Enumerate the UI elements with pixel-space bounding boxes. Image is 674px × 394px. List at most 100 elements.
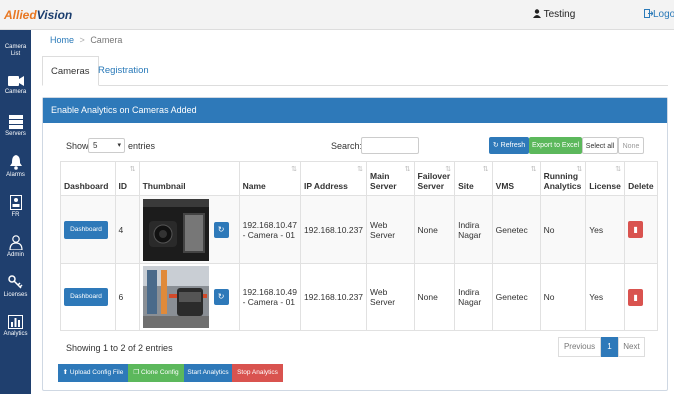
- logout-link[interactable]: Logout: [644, 9, 674, 20]
- column-header[interactable]: ⇅ Running Analytics: [539, 161, 587, 196]
- trash-icon: ▮: [633, 225, 638, 234]
- running-analytics: No: [539, 195, 587, 264]
- panel-title: Enable Analytics on Cameras Added: [43, 98, 667, 123]
- delete-button[interactable]: ▮: [628, 221, 644, 238]
- failover-server: None: [413, 195, 456, 264]
- column-header[interactable]: ⇅ IP Address: [299, 161, 368, 196]
- upload-icon: ⬆: [62, 369, 69, 376]
- sidebar-item-camera-list[interactable]: Camera List: [0, 30, 31, 70]
- camera-thumbnail[interactable]: [142, 266, 209, 328]
- sidebar-item-licenses[interactable]: Licenses: [0, 270, 31, 310]
- column-header[interactable]: ⇅ Main Server: [366, 161, 415, 196]
- user-name: Testing: [543, 9, 576, 20]
- column-header[interactable]: ⇅ Name: [238, 161, 301, 196]
- export-excel-button[interactable]: Export to Excel: [529, 137, 582, 154]
- tab-bar: Cameras Registration: [42, 56, 668, 86]
- failover-server: None: [413, 263, 456, 331]
- user-icon: [8, 235, 23, 250]
- main-server: Web Server: [366, 195, 415, 264]
- camera-name: 192.168.10.49 - Camera - 01: [238, 263, 301, 331]
- camera-thumbnail[interactable]: [142, 198, 209, 261]
- sidebar-item-label: Camera List: [4, 44, 27, 57]
- sort-icon: ⇅: [357, 166, 364, 173]
- license-status: Yes: [585, 195, 626, 264]
- column-header[interactable]: Thumbnail: [138, 161, 240, 196]
- stop-analytics-button[interactable]: Stop Analytics: [232, 364, 283, 382]
- table-info: Showing 1 to 2 of 2 entries: [66, 343, 173, 353]
- site: Indira Nagar: [454, 263, 493, 331]
- search-input[interactable]: [361, 137, 419, 154]
- site: Indira Nagar: [454, 195, 493, 264]
- camera-id: 4: [114, 195, 140, 264]
- top-bar: AlliedVision Testing Logout: [0, 0, 674, 30]
- table-row: Dashboard 4 ↻ 192.168.10.47 - Camera - 0…: [60, 195, 658, 264]
- column-header[interactable]: ⇅ Failover Server: [413, 161, 456, 196]
- column-header[interactable]: ⇅ Site: [454, 161, 493, 196]
- pagination-previous[interactable]: Previous: [558, 337, 601, 357]
- user-icon: [533, 9, 541, 18]
- sidebar-item-alarms[interactable]: Alarms: [0, 150, 31, 190]
- user-menu[interactable]: Testing: [533, 9, 575, 20]
- sort-icon: ⇅: [129, 166, 136, 173]
- pagination-next[interactable]: Next: [618, 337, 645, 357]
- sort-icon: ⇅: [291, 166, 297, 173]
- server-icon: [8, 115, 23, 129]
- table-header-row: Dashboard ⇅ ID Thumbnail ⇅ Name ⇅ IP Addres…: [60, 161, 658, 196]
- sidebar-item-fr[interactable]: FR: [0, 190, 31, 230]
- tab-registration[interactable]: Registration: [90, 56, 157, 86]
- column-header[interactable]: Delete: [624, 161, 658, 196]
- breadcrumb-home[interactable]: Home: [50, 35, 74, 45]
- sort-icon: ⇅: [404, 166, 411, 173]
- running-analytics: No: [539, 263, 587, 331]
- select-none-button[interactable]: None: [618, 137, 644, 154]
- sidebar-item-label: Admin: [6, 252, 24, 258]
- upload-config-button[interactable]: ⬆ Upload Config File: [58, 364, 128, 382]
- camera-id: 6: [114, 263, 140, 331]
- bar-chart-icon: [8, 315, 23, 329]
- sort-icon: ⇅: [615, 166, 622, 173]
- trash-icon: ▮: [633, 292, 638, 302]
- column-header[interactable]: Dashboard: [60, 161, 116, 196]
- refresh-thumbnail-button[interactable]: ↻: [213, 221, 229, 238]
- sidebar-item-camera[interactable]: Camera: [0, 70, 31, 110]
- logout-icon: [644, 9, 654, 18]
- analytics-panel: Enable Analytics on Cameras Added Show 5…: [42, 97, 668, 391]
- sidebar-item-label: FR: [11, 212, 20, 218]
- delete-button[interactable]: ▮: [628, 288, 644, 306]
- search-label: Search:: [331, 141, 363, 151]
- select-all-button[interactable]: Select all: [582, 137, 618, 154]
- refresh-thumbnail-button[interactable]: ↻: [213, 289, 229, 305]
- sort-icon: ⇅: [530, 166, 537, 173]
- chevron-down-icon: ▾: [117, 142, 121, 149]
- pagination-page[interactable]: 1: [601, 337, 618, 357]
- sidebar-item-analytics[interactable]: Analytics: [0, 310, 31, 350]
- show-label: Show: [66, 141, 89, 151]
- app-logo[interactable]: AlliedVision: [4, 8, 72, 22]
- sort-icon: ⇅: [482, 166, 489, 173]
- cameras-table: Dashboard ⇅ ID Thumbnail ⇅ Name ⇅ IP Addres…: [60, 161, 658, 331]
- breadcrumb: Home > Camera: [50, 35, 122, 45]
- sidebar-item-admin[interactable]: Admin: [0, 230, 31, 270]
- clone-config-button[interactable]: ❐ Clone Config: [128, 364, 184, 382]
- sidebar-item-label: Servers: [5, 131, 26, 137]
- sidebar-item-servers[interactable]: Servers: [0, 110, 31, 150]
- column-header[interactable]: ⇅ ID: [114, 161, 140, 196]
- breadcrumb-separator: >: [79, 35, 85, 45]
- vms: Genetec: [491, 263, 541, 331]
- refresh-icon: ↻: [492, 142, 499, 149]
- start-analytics-button[interactable]: Start Analytics: [184, 364, 232, 382]
- sidebar-item-label: Camera: [4, 89, 27, 95]
- video-camera-icon: [7, 76, 24, 86]
- keys-icon: [8, 275, 23, 289]
- refresh-button[interactable]: ↻ Refresh: [489, 137, 529, 154]
- copy-icon: ❐: [133, 369, 140, 376]
- sidebar-item-label: Licenses: [3, 292, 28, 298]
- breadcrumb-current: Camera: [90, 35, 123, 45]
- column-header[interactable]: ⇅ License: [585, 161, 626, 196]
- dashboard-button[interactable]: Dashboard: [64, 288, 108, 306]
- page-size-select[interactable]: 5 ▾: [88, 138, 125, 153]
- column-header[interactable]: ⇅ VMS: [491, 161, 541, 196]
- dashboard-button[interactable]: Dashboard: [64, 220, 108, 239]
- sort-icon: ⇅: [576, 166, 583, 173]
- sidebar: Camera List Camera Servers Alarms FR Adm…: [0, 30, 31, 394]
